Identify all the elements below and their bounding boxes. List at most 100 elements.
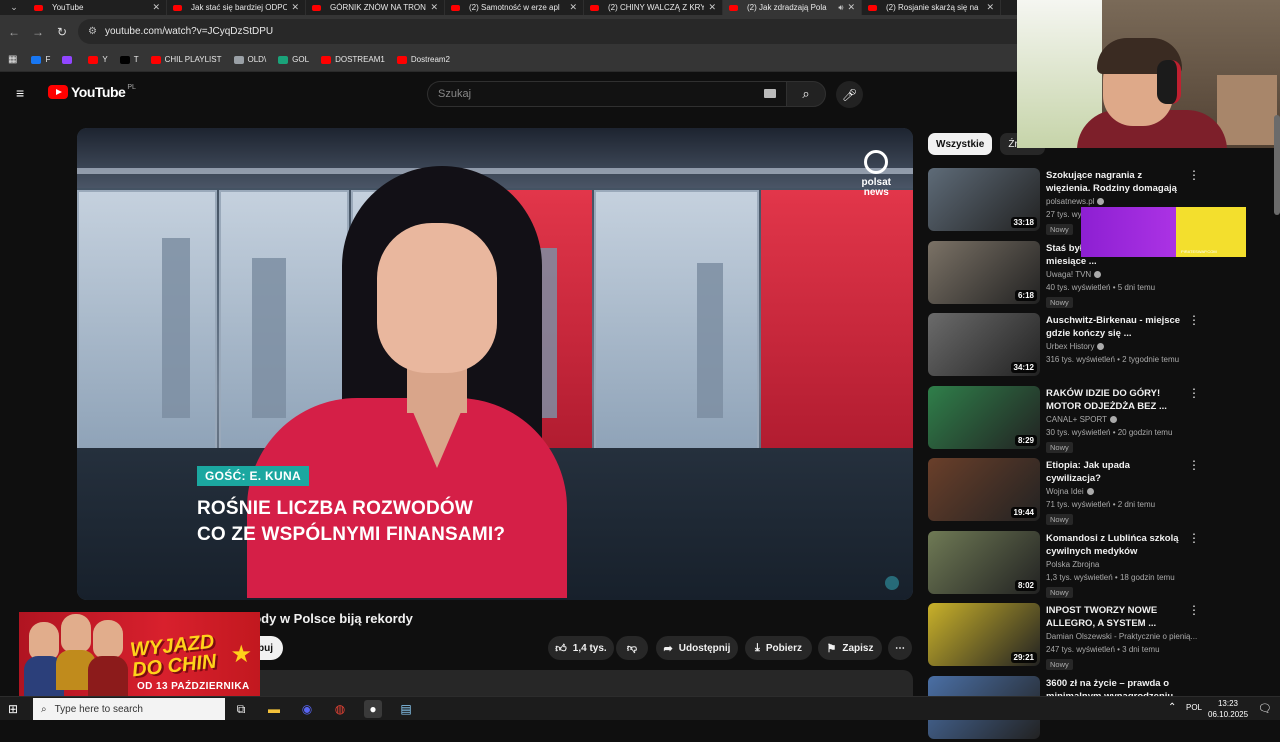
recommendation-channel[interactable]: Uwaga! TVN	[1046, 270, 1206, 279]
video-thumbnail[interactable]: 29:21	[928, 603, 1040, 666]
recommendation-channel[interactable]: CANAL+ SPORT	[1046, 415, 1206, 424]
recommendation-channel[interactable]: polsatnews.pl	[1046, 197, 1206, 206]
bookmark-item[interactable]: Dostream2	[396, 55, 450, 64]
country-code: PL	[127, 83, 136, 91]
search-button[interactable]: ⌕	[786, 81, 826, 107]
language-indicator[interactable]: POL	[1186, 703, 1202, 712]
video-player[interactable]: polsat news GOŚĆ: E. KUNA ROŚNIE LICZBA …	[77, 128, 913, 600]
recommendation-channel[interactable]: Polska Zbrojna	[1046, 560, 1206, 569]
bookmark-favicon-icon	[119, 55, 130, 64]
tray-overflow-icon[interactable]: ⌃	[1168, 702, 1176, 713]
voice-search-button[interactable]: 🎤︎	[836, 81, 863, 108]
bookmark-item[interactable]: T	[119, 55, 139, 64]
bookmark-item[interactable]: CHIL PLAYLIST	[150, 55, 222, 64]
apps-grid-icon[interactable]: ▦	[8, 54, 17, 65]
chrome-icon[interactable]: ◍	[331, 700, 349, 718]
close-tab-icon[interactable]: ✕	[152, 2, 160, 13]
clock[interactable]: 13:23 06.10.2025	[1208, 698, 1248, 720]
recommendation-title[interactable]: Auschwitz-Birkenau - miejsce gdzie kończ…	[1046, 314, 1186, 340]
channel-watermark-icon[interactable]	[885, 576, 899, 590]
save-button[interactable]: ⚑ Zapisz	[818, 636, 882, 660]
recommendation-channel[interactable]: Damian Olszewski - Praktycznie o pienią.…	[1046, 632, 1206, 641]
video-thumbnail[interactable]: 34:12	[928, 313, 1040, 376]
youtube-favicon-icon	[312, 4, 321, 11]
recommendation-item[interactable]: 29:21 INPOST TWORZY NOWE ALLEGRO, A SYSTE…	[928, 603, 1273, 670]
keyboard-icon[interactable]	[764, 89, 776, 98]
dislike-button[interactable]: 👎︎	[616, 636, 648, 660]
bookmark-item[interactable]: DOSTREAM1	[321, 55, 385, 64]
like-button[interactable]: 👍︎ 1,4 tys.	[548, 636, 614, 660]
close-tab-icon[interactable]: ✕	[986, 2, 994, 13]
obs-icon[interactable]: ●	[364, 700, 382, 718]
bookmark-item[interactable]: F	[31, 55, 50, 64]
recommendation-channel[interactable]: Urbex History	[1046, 342, 1206, 351]
recommendation-title[interactable]: Szokujące nagrania z więzienia. Rodziny …	[1046, 169, 1186, 195]
file-explorer-icon[interactable]: ▬	[265, 700, 283, 718]
video-thumbnail[interactable]: 8:29	[928, 385, 1040, 449]
recommendation-title[interactable]: RAKÓW IDZIE DO GÓRY! MOTOR ODJEŻDŻA BEZ …	[1046, 387, 1186, 413]
notepad-icon[interactable]: ▤	[397, 700, 415, 718]
notification-icon[interactable]: 🗨︎	[1258, 702, 1272, 715]
more-actions-button[interactable]: ⋯	[888, 636, 912, 660]
bookmark-item[interactable]	[62, 55, 76, 64]
bookmark-item[interactable]: OLD\	[233, 55, 266, 64]
close-tab-icon[interactable]: ✕	[569, 2, 577, 13]
share-icon: ➦	[663, 642, 673, 655]
more-vertical-icon[interactable]: ⋮	[1188, 532, 1200, 544]
recommendation-title[interactable]: Etiopia: Jak upada cywilizacja?	[1046, 459, 1186, 485]
more-vertical-icon[interactable]: ⋮	[1188, 604, 1200, 616]
bookmark-item[interactable]: Y	[88, 55, 108, 64]
close-tab-icon[interactable]: ✕	[291, 2, 299, 13]
forward-icon[interactable]: →	[26, 20, 50, 44]
bookmark-favicon-icon	[62, 55, 73, 64]
browser-tab[interactable]: (2) Samotność w erze apl ✕	[445, 0, 584, 15]
recommendation-item[interactable]: 8:02 Komandosi z Lublińca szkolą cywilnyc…	[928, 530, 1273, 598]
like-count: 1,4 tys.	[572, 642, 607, 654]
tab-search-icon[interactable]: ⌄	[0, 0, 28, 15]
video-thumbnail[interactable]: 33:18	[928, 168, 1040, 231]
youtube-logo[interactable]: YouTube PL	[48, 84, 136, 100]
more-vertical-icon[interactable]: ⋮	[1188, 459, 1200, 471]
recommendation-meta: 30 tys. wyświetleń • 20 godzin temu	[1046, 427, 1173, 437]
close-tab-icon[interactable]: ✕	[430, 2, 438, 13]
video-thumbnail[interactable]: 8:02	[928, 530, 1040, 594]
address-bar[interactable]: ⚙ youtube.com/watch?v=JCyqDzStDPU	[78, 19, 1038, 44]
recommendation-title[interactable]: INPOST TWORZY NOWE ALLEGRO, A SYSTEM ...	[1046, 604, 1186, 630]
speaker-icon[interactable]: 🔊︎	[838, 3, 843, 13]
task-view-icon[interactable]: ⧉	[232, 700, 250, 718]
more-vertical-icon[interactable]: ⋮	[1188, 314, 1200, 326]
more-vertical-icon[interactable]: ⋮	[1188, 169, 1200, 181]
recommendation-channel[interactable]: Wojna Idei	[1046, 487, 1206, 496]
close-tab-icon[interactable]: ✕	[847, 2, 855, 13]
back-icon[interactable]: ←	[2, 20, 26, 44]
video-thumbnail[interactable]: 6:18	[928, 240, 1040, 304]
recommendation-item[interactable]: 8:29 RAKÓW IDZIE DO GÓRY! MOTOR ODJEŻDŻA …	[928, 385, 1273, 453]
more-vertical-icon[interactable]: ⋮	[1188, 387, 1200, 399]
windows-start-icon[interactable]: ⊞	[8, 702, 18, 716]
chip-all[interactable]: Wszystkie	[928, 133, 993, 155]
close-tab-icon[interactable]: ✕	[708, 2, 716, 13]
download-button[interactable]: ⤓ Pobierz	[745, 636, 812, 660]
bookmark-label: T	[133, 55, 139, 64]
recommendation-title[interactable]: Komandosi z Lublińca szkolą cywilnych me…	[1046, 532, 1186, 558]
recommendation-item[interactable]: 34:12 Auschwitz-Birkenau - miejsce gdzie …	[928, 313, 1273, 379]
bookmark-item[interactable]: GOL	[278, 55, 309, 64]
browser-tab[interactable]: (2) Jak zdradzają Pola 🔊︎ ✕	[723, 0, 862, 15]
browser-tab[interactable]: (2) CHINY WALCZĄ Z KRY ✕	[584, 0, 723, 15]
recommendation-item[interactable]: 19:44 Etiopia: Jak upada cywilizacja? Wojn…	[928, 458, 1273, 525]
taskbar-search-input[interactable]: ⌕ Type here to search	[33, 698, 225, 720]
reload-icon[interactable]: ↻	[50, 20, 74, 44]
menu-icon[interactable]: ≡	[16, 86, 32, 100]
bookmark-icon: ⚑	[826, 642, 837, 655]
browser-tab[interactable]: (2) Rosjanie skarżą się na ✕	[862, 0, 1001, 15]
browser-tab[interactable]: Jak stać się bardziej ODPO ✕	[167, 0, 306, 15]
url-text: youtube.com/watch?v=JCyqDzStDPU	[104, 26, 274, 37]
search-input[interactable]: Szukaj	[427, 81, 786, 107]
page-scrollbar[interactable]	[1274, 115, 1280, 215]
share-button[interactable]: ➦ Udostępnij	[656, 636, 738, 660]
discord-icon[interactable]: ◉	[298, 700, 316, 718]
site-info-icon[interactable]: ⚙	[88, 26, 97, 37]
video-thumbnail[interactable]: 19:44	[928, 458, 1040, 521]
browser-tab[interactable]: YouTube ✕	[28, 0, 167, 15]
browser-tab[interactable]: GÓRNIK ZNÓW NA TRON ✕	[306, 0, 445, 15]
